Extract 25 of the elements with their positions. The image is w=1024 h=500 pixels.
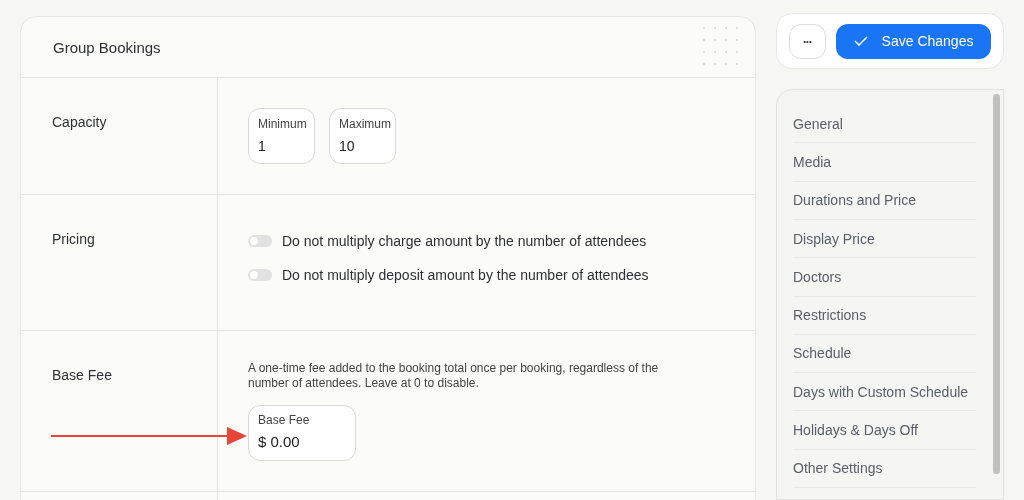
row-label: Capacity [52, 114, 107, 130]
toggle-label: Do not multiply charge amount by the number of attendees [282, 233, 647, 249]
toggle-switch[interactable] [248, 235, 272, 247]
nav-item[interactable]: Restrictions [793, 296, 976, 335]
card-title: Group Bookings [53, 38, 161, 56]
nav-item[interactable]: Holidays & Days Off [793, 411, 976, 450]
nav-item[interactable]: Doctors [793, 258, 976, 297]
save-button[interactable]: Save Changes [836, 23, 991, 59]
number-field[interactable]: Maximum 10 [329, 108, 396, 164]
nav-item[interactable]: Days with Custom Schedule [793, 373, 976, 412]
number-field[interactable]: Minimum 1 [248, 108, 315, 164]
toggle-label: Do not multiply deposit amount by the number of attendees [282, 267, 649, 283]
nav-item[interactable]: Durations and Price [793, 181, 976, 220]
nav-item[interactable]: Display Price [793, 219, 976, 259]
check-icon [853, 36, 868, 46]
more-button[interactable]: ••• [789, 23, 826, 59]
nav-item[interactable]: General [793, 105, 976, 144]
fee-field[interactable]: Base Fee $ 0.00 [248, 405, 356, 461]
row-label: Base Fee [52, 367, 112, 383]
nav-item[interactable]: Other Settings [793, 449, 976, 488]
help-text: A one-time fee added to the booking total once per booking, regardless of the number of attendees. Leave at 0 to disable. [248, 361, 660, 391]
nav-item[interactable]: Media [793, 143, 976, 182]
nav-item[interactable]: Schedule [793, 334, 976, 374]
row-label: Pricing [52, 231, 95, 247]
toggle-switch[interactable] [248, 269, 272, 281]
